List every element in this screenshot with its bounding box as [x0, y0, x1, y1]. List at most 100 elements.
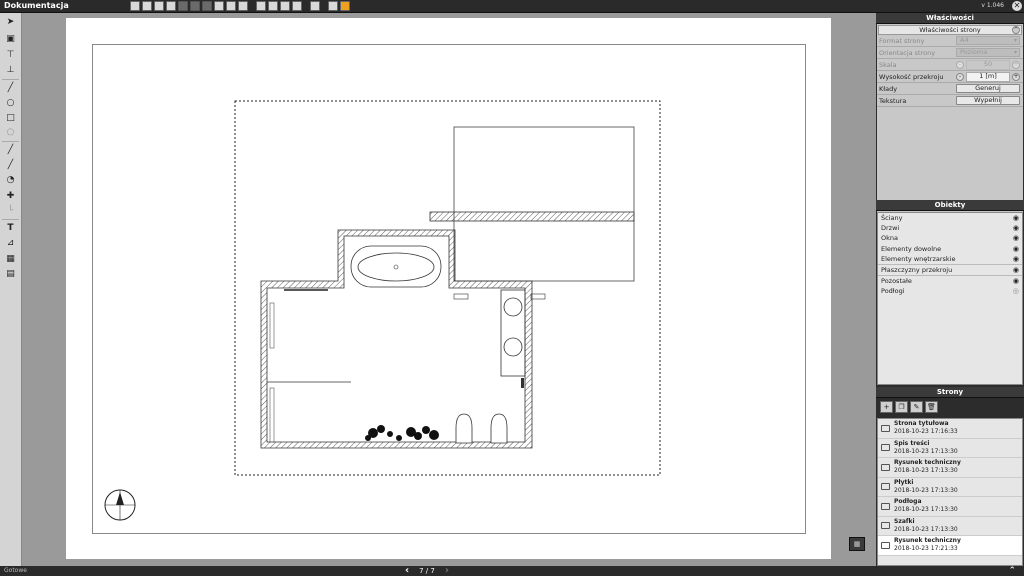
- eye-icon[interactable]: ◉: [1013, 224, 1019, 232]
- generate-button[interactable]: Generuj: [956, 84, 1020, 93]
- page-item[interactable]: Strona tytułowa 2018-10-23 17:16:33: [878, 419, 1022, 439]
- page-format-select[interactable]: A4: [956, 36, 1020, 45]
- layer-icon[interactable]: [268, 1, 278, 11]
- text-icon[interactable]: T: [4, 222, 17, 234]
- fill-button[interactable]: Wypełnij: [956, 96, 1020, 105]
- scale-stepper[interactable]: - 50 +: [956, 59, 1020, 70]
- polygon-icon[interactable]: ⬠: [4, 127, 17, 139]
- table-icon[interactable]: ▦: [4, 253, 17, 265]
- rectangle-icon[interactable]: □: [4, 112, 17, 124]
- eye-hidden-icon[interactable]: ◎: [1013, 287, 1019, 295]
- page-properties-header[interactable]: Właściwości strony ^: [878, 25, 1022, 35]
- object-row-floors[interactable]: Podłogi ◎: [878, 286, 1022, 296]
- eye-icon[interactable]: ◉: [1013, 277, 1019, 285]
- object-row-section-planes[interactable]: Płaszczyzny przekroju ◉: [878, 265, 1022, 277]
- corner-dimension-icon[interactable]: └: [4, 205, 17, 217]
- add-page-icon[interactable]: +: [880, 401, 893, 413]
- object-row-interior-elements[interactable]: Elementy wnętrzarskie ◉: [878, 254, 1022, 265]
- print-icon[interactable]: [154, 1, 164, 11]
- page-navigator: ‹ 7 / 7 ›: [405, 566, 449, 576]
- left-toolbar: ➤ ▣ ⊤ ⊥ ╱ ○ □ ⬠ ╱ ╱ ◔ ✚ └ T ⊿ ▦ ▤: [0, 13, 22, 566]
- align-top-icon[interactable]: ⊤: [4, 49, 17, 61]
- edit-page-icon[interactable]: ✎: [910, 401, 923, 413]
- copy-icon[interactable]: [178, 1, 188, 11]
- minus-icon[interactable]: -: [956, 60, 964, 69]
- layer-top-icon[interactable]: [292, 1, 302, 11]
- split-icon[interactable]: [226, 1, 236, 11]
- washbasin-1: [503, 297, 523, 317]
- pages-list: Strona tytułowa 2018-10-23 17:16:33 Spis …: [877, 418, 1023, 566]
- drawing-canvas[interactable]: ▦: [22, 13, 875, 566]
- prev-page-icon[interactable]: ‹: [405, 566, 409, 576]
- plus-icon[interactable]: +: [1012, 72, 1020, 81]
- object-row-windows[interactable]: Okna ◉: [878, 233, 1022, 243]
- object-row-doors[interactable]: Drzwi ◉: [878, 223, 1022, 233]
- next-page-icon[interactable]: ›: [445, 566, 449, 576]
- minus-icon[interactable]: -: [956, 72, 964, 81]
- align-bottom-icon[interactable]: ⊥: [4, 64, 17, 76]
- dimension-angle-icon[interactable]: ╱: [4, 159, 17, 171]
- eye-icon[interactable]: ◉: [1013, 214, 1019, 222]
- level-icon[interactable]: ⊿: [4, 237, 17, 249]
- cut-icon[interactable]: [190, 1, 200, 11]
- view-icon[interactable]: [328, 1, 338, 11]
- layer-up-icon[interactable]: [280, 1, 290, 11]
- right-panel: Właściwości Właściwości strony ^ Format …: [876, 13, 1024, 566]
- page-item-selected[interactable]: Rysunek techniczny 2018-10-23 17:21:33: [878, 536, 1022, 556]
- delete-icon[interactable]: [214, 1, 224, 11]
- page-orientation-select[interactable]: Pozioma: [956, 48, 1020, 57]
- folder-icon: [881, 483, 890, 491]
- eye-icon[interactable]: ◉: [1013, 255, 1019, 263]
- eye-icon[interactable]: ◉: [1013, 234, 1019, 242]
- undo-icon[interactable]: [166, 1, 176, 11]
- upper-room-outline: [453, 126, 635, 282]
- page-item[interactable]: Szafki 2018-10-23 17:13:30: [878, 517, 1022, 536]
- plus-icon[interactable]: +: [1012, 60, 1020, 69]
- floor-plan-drawing[interactable]: [66, 18, 831, 559]
- measure-icon[interactable]: [310, 1, 320, 11]
- delete-page-icon[interactable]: 🗑: [925, 401, 938, 413]
- pointer-icon[interactable]: ➤: [4, 16, 17, 28]
- vertical-dimension-icon[interactable]: ✚: [4, 190, 17, 202]
- grid-toggle-icon[interactable]: ▦: [849, 537, 865, 551]
- title-bar: Dokumentacja v 1.046 ✕: [0, 0, 1024, 13]
- page-item[interactable]: Podłoga 2018-10-23 17:13:30: [878, 497, 1022, 517]
- eye-icon[interactable]: ◉: [1013, 266, 1019, 274]
- stamp-icon[interactable]: ▤: [4, 268, 17, 280]
- collapse-icon[interactable]: ⌃: [1008, 566, 1016, 576]
- page-item[interactable]: Rysunek techniczny 2018-10-23 17:13:30: [878, 458, 1022, 478]
- save-icon[interactable]: [130, 1, 140, 11]
- folder-icon: [881, 541, 890, 549]
- save-as-icon[interactable]: [142, 1, 152, 11]
- page-item[interactable]: Płytki 2018-10-23 17:13:30: [878, 478, 1022, 497]
- version-label: v 1.046: [981, 2, 1004, 9]
- prop-section-height: Wysokość przekroju - 1 [m] +: [877, 71, 1023, 83]
- paste-icon[interactable]: [202, 1, 212, 11]
- layer-down-icon[interactable]: [256, 1, 266, 11]
- objects-title: Obiekty: [876, 200, 1024, 211]
- collapse-chevron-icon[interactable]: ^: [1012, 26, 1020, 34]
- line-icon[interactable]: ╱: [4, 82, 17, 94]
- status-bar: Gotowe ‹ 7 / 7 › ⌃: [0, 566, 1024, 576]
- dimension-icon[interactable]: ╱: [4, 144, 17, 156]
- prop-klady: Kłady Generuj: [877, 83, 1023, 95]
- object-row-walls[interactable]: Ściany ◉: [878, 213, 1022, 223]
- eye-icon[interactable]: ◉: [1013, 245, 1019, 253]
- circle-icon[interactable]: ○: [4, 97, 17, 109]
- object-row-other[interactable]: Pozostałe ◉: [878, 276, 1022, 286]
- app-title: Dokumentacja: [4, 1, 69, 10]
- folder-icon: [881, 522, 890, 530]
- page-item[interactable]: Spis treści 2018-10-23 17:13:30: [878, 439, 1022, 458]
- text-frame-icon[interactable]: ▣: [4, 33, 17, 45]
- copy-page-icon[interactable]: ❐: [895, 401, 908, 413]
- prop-texture: Tekstura Wypełnij: [877, 95, 1023, 107]
- page-sheet[interactable]: [66, 18, 831, 559]
- arc-icon[interactable]: ◔: [4, 174, 17, 186]
- prop-page-orientation: Orientacja strony Pozioma: [877, 47, 1023, 59]
- section-height-stepper[interactable]: - 1 [m] +: [956, 71, 1020, 82]
- documentation-icon[interactable]: [340, 1, 350, 11]
- object-row-free-elements[interactable]: Elementy dowolne ◉: [878, 244, 1022, 254]
- settings-icon[interactable]: [238, 1, 248, 11]
- close-icon[interactable]: ✕: [1012, 1, 1022, 11]
- pages-toolbar: + ❐ ✎ 🗑: [880, 401, 938, 413]
